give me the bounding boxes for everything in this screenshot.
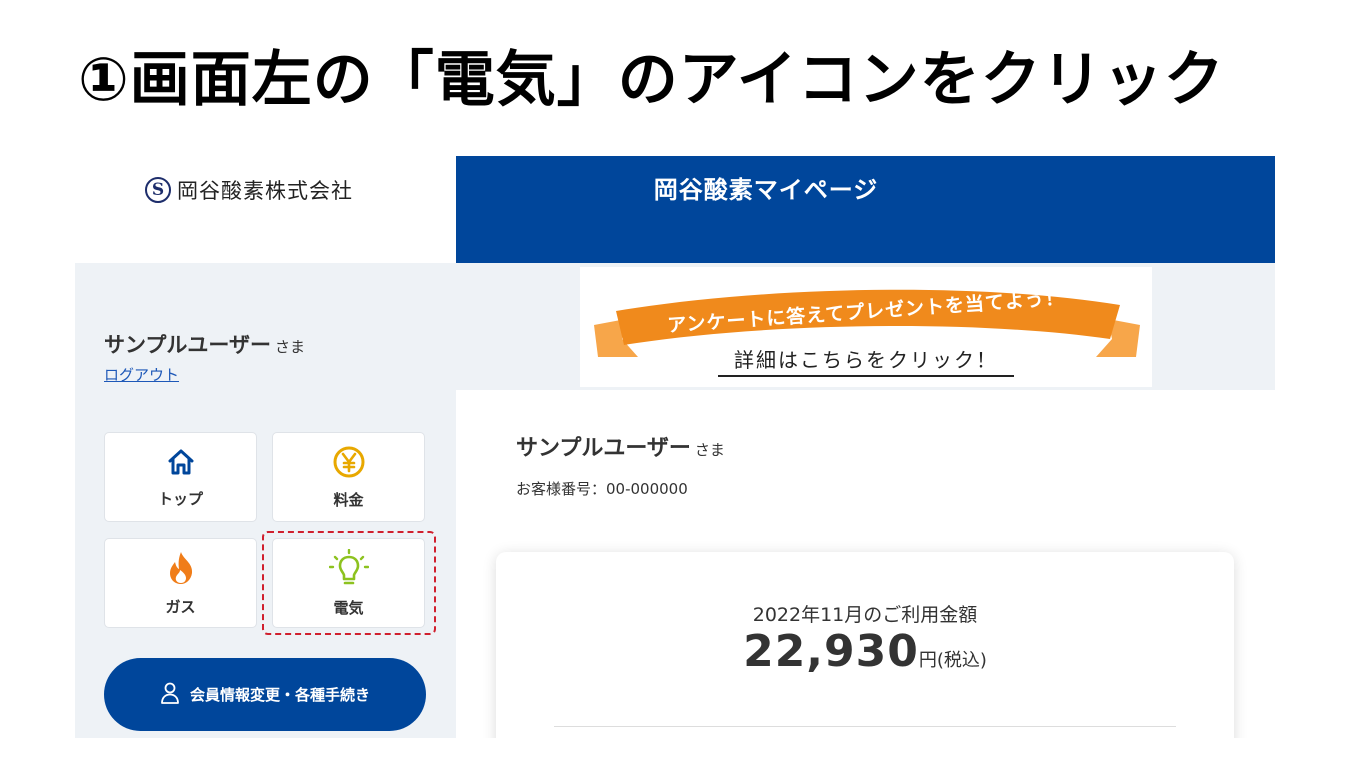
tile-label-top: トップ	[157, 489, 203, 508]
lightbulb-icon	[328, 548, 369, 591]
company-name: 岡谷酸素株式会社	[177, 179, 353, 203]
sidebar-tile-gas[interactable]: ガス	[104, 538, 257, 628]
usage-unit: 円(税込)	[918, 650, 987, 671]
customer-number: お客様番号：00-000000	[516, 480, 688, 498]
yen-icon	[332, 445, 366, 483]
banner-area: アンケートに答えてプレゼントを当てよう！ 詳細はこちらをクリック！	[456, 263, 1275, 390]
site-title: 岡谷酸素マイページ	[653, 176, 879, 204]
main-user-name-text: サンプルユーザー	[516, 436, 691, 461]
screenshot: S 岡谷酸素株式会社 岡谷酸素マイページ サンプルユーザー さま ログアウト トッ…	[75, 156, 1275, 738]
logo-area: S 岡谷酸素株式会社	[75, 156, 456, 263]
logo-mark-icon: S	[145, 177, 171, 203]
company-logo[interactable]: S 岡谷酸素株式会社	[145, 174, 353, 206]
slide-title: ①画面左の「電気」のアイコンをクリック	[78, 45, 1225, 115]
sidebar-tile-top[interactable]: トップ	[104, 432, 257, 522]
sidebar: サンプルユーザー さま ログアウト トップ 料金 ガス 電気 会員情報変更・各種…	[75, 263, 456, 738]
sidebar-user-name: サンプルユーザー さま	[104, 329, 305, 359]
sidebar-tile-electricity[interactable]: 電気	[272, 538, 425, 628]
site-header: 岡谷酸素マイページ	[456, 156, 1275, 263]
usage-card: 2022年11月のご利用金額 22,930円(税込)	[496, 552, 1234, 738]
banner-detail-link[interactable]: 詳細はこちらをクリック！	[718, 344, 1014, 377]
member-settings-button[interactable]: 会員情報変更・各種手続き	[104, 658, 426, 731]
usage-amount-row: 22,930円(税込)	[496, 626, 1234, 677]
tile-label-fee: 料金	[333, 490, 364, 509]
home-icon	[165, 446, 197, 482]
main-content: サンプルユーザー さま お客様番号：00-000000 2022年11月のご利用金…	[456, 390, 1275, 738]
sidebar-honorific: さま	[274, 338, 305, 356]
sidebar-user-name-text: サンプルユーザー	[104, 333, 271, 357]
usage-label: 2022年11月のご利用金額	[752, 604, 978, 626]
main-user-name: サンプルユーザー さま	[516, 430, 725, 462]
logout-link[interactable]: ログアウト	[104, 364, 179, 385]
card-divider	[554, 726, 1176, 727]
survey-banner[interactable]: アンケートに答えてプレゼントを当てよう！ 詳細はこちらをクリック！	[580, 267, 1152, 387]
usage-amount: 22,930	[743, 626, 919, 677]
tile-label-electricity: 電気	[333, 598, 364, 617]
sidebar-tile-fee[interactable]: 料金	[272, 432, 425, 522]
member-settings-button-label: 会員情報変更・各種手続き	[189, 686, 370, 704]
flame-icon	[165, 550, 197, 590]
user-icon	[160, 682, 180, 708]
tile-label-gas: ガス	[165, 597, 196, 616]
main-honorific: さま	[694, 441, 725, 459]
